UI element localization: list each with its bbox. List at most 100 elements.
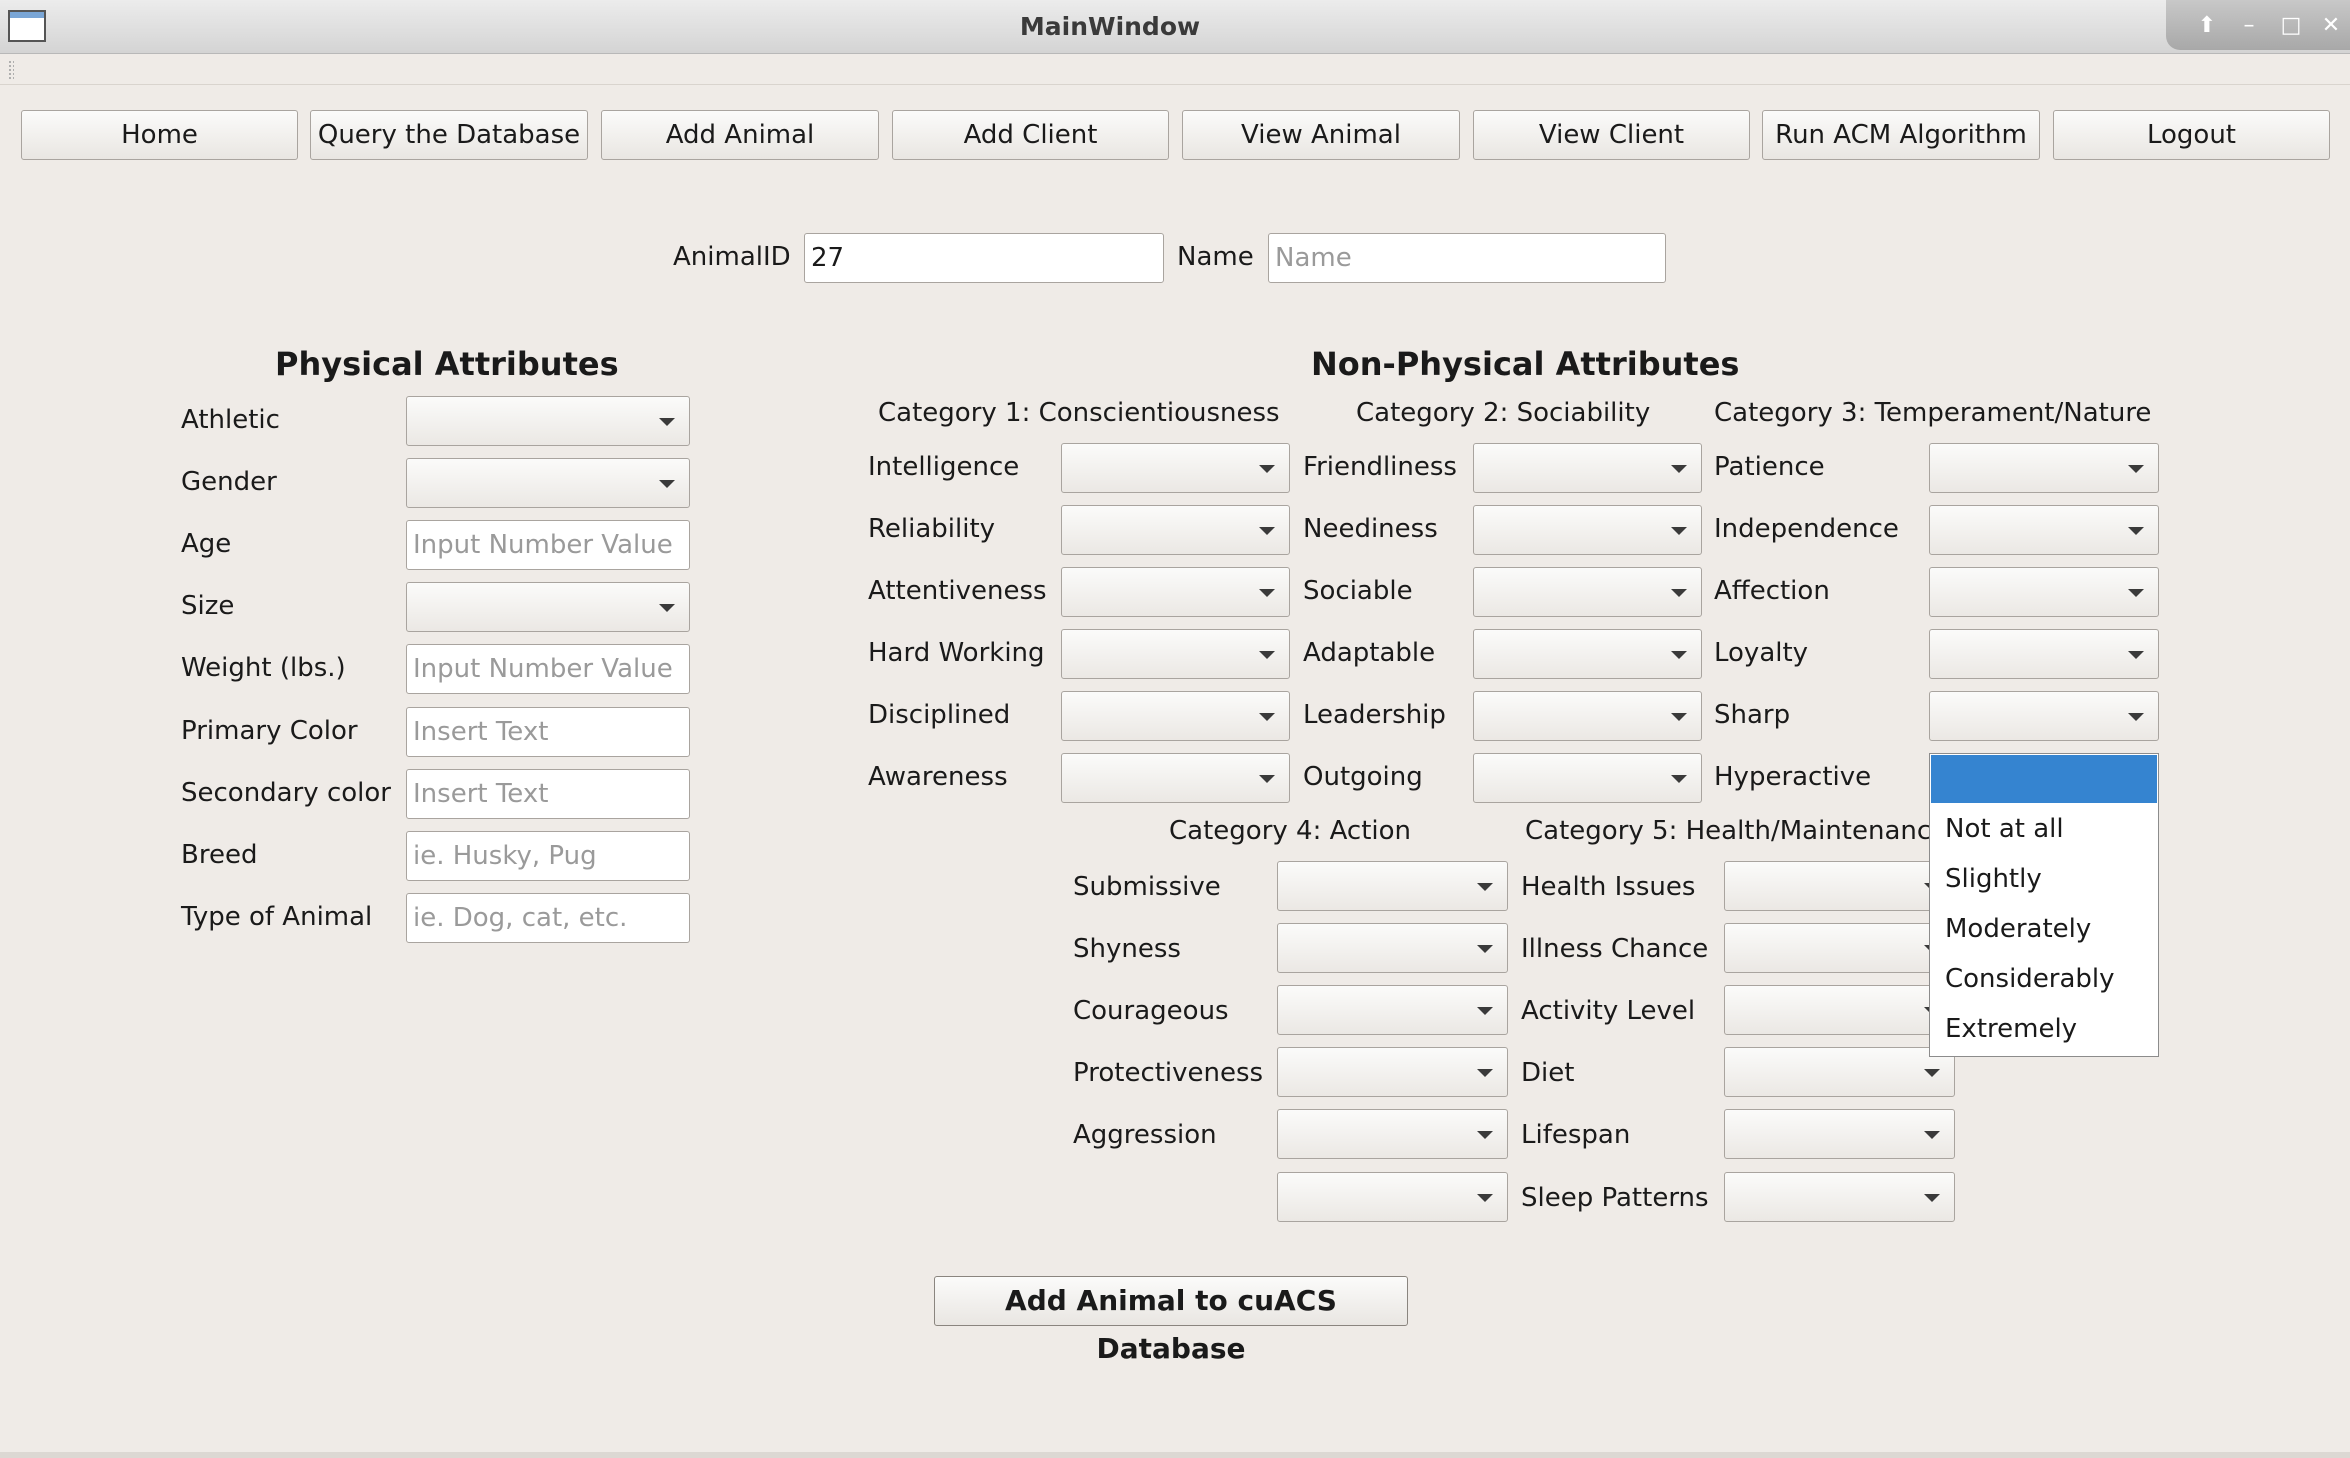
window-bottom-edge (0, 1452, 2350, 1458)
type-of-animal-field[interactable]: ie. Dog, cat, etc. (406, 893, 690, 943)
outgoing-label: Outgoing (1303, 762, 1423, 792)
age-label: Age (181, 529, 232, 559)
breed-field[interactable]: ie. Husky, Pug (406, 831, 690, 881)
chevron-down-icon (1477, 945, 1493, 953)
sharp-combo[interactable] (1929, 691, 2159, 741)
chevron-down-icon (1671, 651, 1687, 659)
reliability-label: Reliability (868, 514, 996, 544)
chevron-down-icon (1477, 1131, 1493, 1139)
minimize-icon[interactable]: – (2232, 9, 2266, 43)
animal-id-label: AnimalID (673, 242, 791, 272)
attentiveness-label: Attentiveness (868, 576, 1047, 606)
chevron-down-icon (1477, 883, 1493, 891)
friendliness-label: Friendliness (1303, 452, 1457, 482)
leadership-combo[interactable] (1473, 691, 1702, 741)
sleep-patterns-combo[interactable] (1724, 1172, 1955, 1222)
independence-label: Independence (1714, 514, 1899, 544)
chevron-down-icon (1477, 1069, 1493, 1077)
primary-color-field[interactable]: Insert Text (406, 707, 690, 757)
courageous-combo[interactable] (1277, 985, 1508, 1035)
chevron-down-icon (1671, 589, 1687, 597)
chevron-down-icon (659, 604, 675, 612)
chevron-down-icon (1477, 1007, 1493, 1015)
adaptable-combo[interactable] (1473, 629, 1702, 679)
sharp-label: Sharp (1714, 700, 1791, 730)
intelligence-combo[interactable] (1061, 443, 1290, 493)
activity-level-combo[interactable] (1724, 985, 1955, 1035)
independence-combo[interactable] (1929, 505, 2159, 555)
toolbar-grip-icon[interactable] (8, 60, 14, 80)
dropdown-option[interactable]: Extremely (1945, 1014, 2077, 1044)
add-animal-submit-button[interactable]: Add Animal to cuACS Database (934, 1276, 1408, 1365)
dropdown-option-selected[interactable] (1931, 755, 2157, 803)
type-of-animal-label: Type of Animal (181, 902, 373, 932)
dropdown-option[interactable]: Considerably (1945, 964, 2115, 994)
dropdown-option[interactable]: Slightly (1945, 864, 2042, 894)
age-field[interactable]: Input Number Value (406, 520, 690, 570)
gender-combo[interactable] (406, 458, 690, 508)
chevron-down-icon (1477, 1194, 1493, 1202)
category-2-title: Category 2: Sociability (1356, 398, 1651, 428)
animal-id-field[interactable]: 27 (804, 233, 1164, 283)
chevron-down-icon (2128, 527, 2144, 535)
weight-field[interactable]: Input Number Value (406, 644, 690, 694)
loyalty-combo[interactable] (1929, 629, 2159, 679)
category-4-title: Category 4: Action (1169, 816, 1412, 846)
lifespan-combo[interactable] (1724, 1109, 1955, 1159)
chevron-down-icon (1671, 713, 1687, 721)
shyness-combo[interactable] (1277, 923, 1508, 973)
patience-combo[interactable] (1929, 443, 2159, 493)
dropdown-option[interactable]: Not at all (1945, 814, 2064, 844)
athletic-combo[interactable] (406, 396, 690, 446)
maximize-icon[interactable]: □ (2274, 9, 2308, 43)
attentiveness-combo[interactable] (1061, 567, 1290, 617)
nav-run-acm-button[interactable]: Run ACM Algorithm (1762, 110, 2040, 160)
category-1-title: Category 1: Conscientiousness (878, 398, 1280, 428)
chevron-down-icon (1924, 1069, 1940, 1077)
awareness-combo[interactable] (1061, 753, 1290, 803)
nav-view-client-button[interactable]: View Client (1473, 110, 1750, 160)
name-label: Name (1177, 242, 1254, 272)
nav-query-button[interactable]: Query the Database (310, 110, 588, 160)
menu-bar (0, 55, 2350, 85)
secondary-color-field[interactable]: Insert Text (406, 769, 690, 819)
nav-home-button[interactable]: Home (21, 110, 298, 160)
shade-icon[interactable]: ⬆ (2190, 9, 2224, 43)
chevron-down-icon (1259, 465, 1275, 473)
nav-add-client-button[interactable]: Add Client (892, 110, 1169, 160)
chevron-down-icon (1671, 527, 1687, 535)
neediness-combo[interactable] (1473, 505, 1702, 555)
submissive-combo[interactable] (1277, 861, 1508, 911)
protectiveness-combo[interactable] (1277, 1047, 1508, 1097)
affection-combo[interactable] (1929, 567, 2159, 617)
primary-color-label: Primary Color (181, 716, 358, 746)
health-issues-combo[interactable] (1724, 861, 1955, 911)
dropdown-option[interactable]: Moderately (1945, 914, 2091, 944)
reliability-combo[interactable] (1061, 505, 1290, 555)
chevron-down-icon (1259, 589, 1275, 597)
neediness-label: Neediness (1303, 514, 1438, 544)
illness-chance-combo[interactable] (1724, 923, 1955, 973)
disciplined-combo[interactable] (1061, 691, 1290, 741)
aggression-combo[interactable] (1277, 1109, 1508, 1159)
name-field[interactable]: Name (1268, 233, 1666, 283)
friendliness-combo[interactable] (1473, 443, 1702, 493)
sociable-combo[interactable] (1473, 567, 1702, 617)
nav-logout-button[interactable]: Logout (2053, 110, 2330, 160)
nav-add-animal-button[interactable]: Add Animal (601, 110, 879, 160)
unlabeled-combo[interactable] (1277, 1172, 1508, 1222)
non-physical-attributes-heading: Non-Physical Attributes (1311, 345, 1740, 383)
chevron-down-icon (1259, 651, 1275, 659)
intelligence-label: Intelligence (868, 452, 1020, 482)
hard-working-combo[interactable] (1061, 629, 1290, 679)
protectiveness-label: Protectiveness (1073, 1058, 1264, 1088)
size-combo[interactable] (406, 582, 690, 632)
outgoing-combo[interactable] (1473, 753, 1702, 803)
close-icon[interactable]: ✕ (2314, 9, 2348, 43)
nav-view-animal-button[interactable]: View Animal (1182, 110, 1460, 160)
diet-combo[interactable] (1724, 1047, 1955, 1097)
submissive-label: Submissive (1073, 872, 1221, 902)
shyness-label: Shyness (1073, 934, 1181, 964)
sociable-label: Sociable (1303, 576, 1413, 606)
illness-chance-label: Illness Chance (1521, 934, 1709, 964)
